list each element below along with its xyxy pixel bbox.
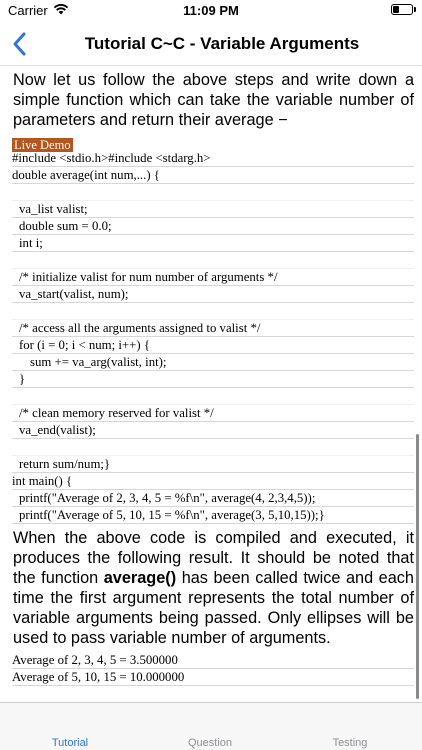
code-line: printf("Average of 2, 3, 4, 5 = %f\n", a… [12,490,414,507]
intro-paragraph: Now let us follow the above steps and wr… [13,71,414,129]
code-line: int i; [12,235,414,252]
back-chevron-icon[interactable] [8,30,32,58]
output-line: Average of 2, 3, 4, 5 = 3.500000 [12,652,414,669]
result-function-name: average() [103,569,177,587]
page-title: Tutorial C~C - Variable Arguments [84,34,360,53]
code-line: #include <stdio.h>#include <stdarg.h> [12,150,414,167]
status-bar: Carrier 11:09 PM [0,0,422,22]
result-paragraph: When the above code is compiled and exec… [13,528,414,648]
code-block: #include <stdio.h>#include <stdarg.h> do… [0,150,422,524]
code-line: /* clean memory reserved for valist */ [12,405,414,422]
code-line: va_list valist; [12,201,414,218]
tab-bar: Tutorial Question Testing [0,702,422,750]
live-demo-wrapper: Live Demo [12,136,422,152]
code-line: return sum/num;} [12,456,414,473]
status-time: 11:09 PM [183,3,239,18]
code-line: va_start(valist, num); [12,286,414,303]
code-line [12,303,414,320]
code-line: int main() { [12,473,414,490]
battery-icon [391,4,413,15]
code-line: double sum = 0.0; [12,218,414,235]
navigation-bar: Tutorial C~C - Variable Arguments [0,22,422,66]
output-line: Average of 5, 10, 15 = 10.000000 [12,669,414,686]
code-line [12,388,414,405]
tutorial-content[interactable]: Now let us follow the above steps and wr… [0,66,422,702]
tab-testing[interactable]: Testing [300,737,400,749]
tab-question[interactable]: Question [160,737,260,749]
code-line: } [12,371,414,388]
code-line: sum += va_arg(valist, int); [12,354,414,371]
code-line: printf("Average of 5, 10, 15 = %f\n", av… [12,507,414,524]
code-line [12,184,414,201]
code-line: /* access all the arguments assigned to … [12,320,414,337]
code-line: double average(int num,...) { [12,167,414,184]
scroll-indicator[interactable] [416,434,419,699]
code-line: for (i = 0; i < num; i++) { [12,337,414,354]
code-line [12,439,414,456]
code-line [12,252,414,269]
code-line: va_end(valist); [12,422,414,439]
output-block: Average of 2, 3, 4, 5 = 3.500000 Average… [0,652,422,686]
battery-tip [414,7,416,12]
tab-tutorial[interactable]: Tutorial [20,737,120,749]
code-line: /* initialize valist for num number of a… [12,269,414,286]
